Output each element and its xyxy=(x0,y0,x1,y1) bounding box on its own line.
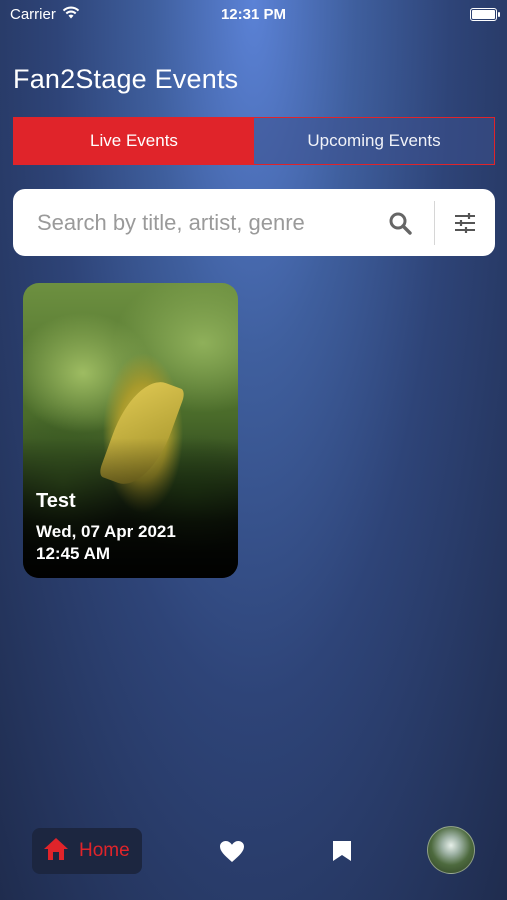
page-title: Fan2Stage Events xyxy=(13,64,239,94)
event-card-image xyxy=(97,372,187,494)
carrier-label: Carrier xyxy=(10,5,56,23)
heart-icon[interactable] xyxy=(218,838,246,864)
avatar[interactable] xyxy=(427,826,475,874)
battery-level xyxy=(472,9,495,19)
event-date: Wed, 07 Apr 2021 xyxy=(36,522,176,541)
event-title: Test xyxy=(36,490,76,512)
nav-home-label: Home xyxy=(79,840,130,861)
nav-home-button[interactable]: Home xyxy=(32,828,142,874)
event-tabs: Live Events Upcoming Events xyxy=(13,117,495,165)
battery-icon xyxy=(470,7,500,21)
bookmark-icon[interactable] xyxy=(331,838,353,864)
tab-live-events[interactable]: Live Events xyxy=(14,118,254,164)
status-left: Carrier xyxy=(10,6,80,23)
event-card[interactable]: Test Wed, 07 Apr 2021 12:45 AM xyxy=(23,283,238,578)
home-icon xyxy=(43,837,69,866)
event-time: 12:45 AM xyxy=(36,544,111,563)
event-info: Test Wed, 07 Apr 2021 12:45 AM xyxy=(36,490,176,565)
search-input[interactable] xyxy=(37,209,386,236)
wifi-icon xyxy=(62,6,80,23)
filter-sliders-icon[interactable] xyxy=(435,189,495,256)
tab-upcoming-events[interactable]: Upcoming Events xyxy=(254,118,494,164)
search-bar xyxy=(13,189,495,256)
status-bar: Carrier 12:31 PM xyxy=(0,0,507,28)
search-icon[interactable] xyxy=(386,209,414,237)
bottom-nav: Home xyxy=(0,820,507,882)
